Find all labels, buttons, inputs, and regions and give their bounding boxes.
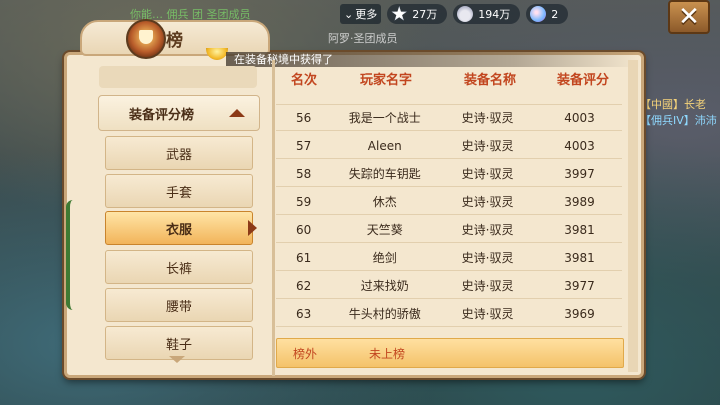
menu-item-pants[interactable]: 长裤 [105, 250, 253, 284]
close-icon: ✕ [678, 2, 700, 32]
page-title: 排行榜 [80, 20, 270, 56]
my-rank-row: 榜外 未上榜 [276, 338, 624, 368]
cell-rank: 62 [296, 278, 312, 293]
header-equip: 装备名称 [463, 73, 516, 88]
cell-player: 失踪的车钥匙 [348, 167, 421, 181]
cell-rank: 57 [296, 138, 312, 153]
table-row-partial [276, 92, 622, 105]
ranking-table: 名次 玩家名字 装备名称 装备评分 56 我是一个战士 史诗·驭灵 4003 5… [276, 64, 626, 376]
selected-arrow-icon [248, 220, 257, 236]
cell-player: 绝剑 [372, 251, 397, 265]
category-menu: 装备评分榜 武器 手套 衣服 长裤 腰带 鞋子 [71, 60, 271, 374]
header-rank: 名次 [290, 73, 317, 88]
table-row[interactable]: 57 Aleen 史诗·驭灵 4003 [276, 133, 622, 159]
menu-item-belt[interactable]: 腰带 [105, 288, 253, 322]
menu-item-weapon[interactable]: 武器 [105, 136, 253, 170]
cell-rank: 61 [296, 250, 312, 265]
cell-player: 我是一个战士 [348, 111, 421, 125]
table-row[interactable]: 63 牛头村的骄傲 史诗·驭灵 3969 [276, 301, 622, 327]
scrollbar[interactable] [628, 60, 638, 372]
cell-player: 休杰 [372, 195, 397, 209]
cell-equip: 史诗·驭灵 [461, 223, 514, 237]
shell-icon [457, 6, 474, 22]
cell-score: 3989 [564, 194, 595, 209]
table-row[interactable]: 56 我是一个战士 史诗·驭灵 4003 [276, 105, 622, 131]
my-status: 未上榜 [368, 346, 405, 361]
cell-equip: 史诗·驭灵 [461, 111, 514, 125]
more-button[interactable]: ⌄ 更多 [340, 4, 382, 24]
menu-item-gloves[interactable]: 手套 [105, 174, 253, 208]
category-header[interactable]: 装备评分榜 [98, 95, 260, 131]
cell-equip: 史诗·驭灵 [461, 279, 514, 293]
cell-score: 3997 [564, 166, 595, 181]
table-row[interactable]: 59 休杰 史诗·驭灵 3989 [276, 189, 622, 215]
cell-rank: 59 [296, 194, 312, 209]
cell-equip: 史诗·驭灵 [461, 307, 514, 321]
gems-value: 2 [551, 7, 559, 21]
shells-counter[interactable]: 194万 [453, 4, 521, 24]
table-row[interactable]: 61 绝剑 史诗·驭灵 3981 [276, 245, 622, 271]
scene-right-chat: 【中國】长老 【佣兵IV】沛沛 [640, 97, 717, 129]
chevron-down-icon: ⌄ [344, 7, 354, 21]
category-header-label: 装备评分榜 [129, 107, 195, 123]
menu-item-partial[interactable] [99, 66, 257, 88]
cell-equip: 史诗·驭灵 [461, 167, 514, 181]
cell-score: 3981 [564, 250, 595, 265]
gem-icon [530, 6, 547, 22]
cell-score: 3969 [564, 306, 595, 321]
cell-player: 天竺葵 [366, 223, 403, 237]
more-label: 更多 [355, 8, 378, 21]
stars-counter[interactable]: 27万 [387, 4, 448, 24]
header-score: 装备评分 [556, 73, 609, 88]
divider [272, 60, 275, 376]
cell-player: Aleen [367, 138, 402, 153]
cell-score: 4003 [564, 138, 595, 153]
gems-counter[interactable]: 2 [526, 4, 569, 24]
scene-chat-text-2: 阿罗·圣团成员 [328, 32, 398, 45]
stars-value: 27万 [412, 8, 438, 21]
scene-right-chat-line: 【佣兵IV】沛沛 [640, 114, 717, 127]
cell-equip: 史诗·驭灵 [461, 251, 514, 265]
close-button[interactable]: ✕ [668, 0, 710, 34]
resource-bar: ⌄ 更多 27万 194万 2 [340, 3, 665, 25]
cell-rank: 56 [296, 110, 312, 125]
my-rank: 榜外 [292, 346, 317, 361]
menu-item-clothes[interactable]: 衣服 [105, 211, 253, 245]
star-icon [391, 6, 407, 21]
cell-player: 过来找奶 [360, 279, 409, 293]
cell-score: 4003 [564, 110, 595, 125]
table-row[interactable]: 60 天竺葵 史诗·驭灵 3981 [276, 217, 622, 243]
table-row[interactable]: 62 过来找奶 史诗·驭灵 3977 [276, 273, 622, 299]
cell-rank: 60 [296, 222, 312, 237]
table-header: 名次 玩家名字 装备名称 装备评分 [276, 69, 626, 89]
cell-equip: 史诗·驭灵 [461, 195, 514, 209]
trophy-icon [126, 19, 166, 59]
cell-score: 3977 [564, 278, 595, 293]
header-player: 玩家名字 [359, 73, 412, 88]
chevron-up-icon [229, 109, 245, 117]
scroll-down-icon[interactable] [168, 356, 186, 366]
cell-equip: 史诗·驭灵 [461, 139, 514, 153]
scene-right-chat-line: 【中國】长老 [640, 98, 706, 111]
cell-rank: 58 [296, 166, 312, 181]
menu-item-shoes[interactable]: 鞋子 [105, 326, 253, 360]
cell-player: 牛头村的骄傲 [348, 307, 421, 321]
shells-value: 194万 [478, 8, 511, 21]
cell-rank: 63 [296, 306, 312, 321]
table-row[interactable]: 58 失踪的车钥匙 史诗·驭灵 3997 [276, 161, 622, 187]
cell-score: 3981 [564, 222, 595, 237]
